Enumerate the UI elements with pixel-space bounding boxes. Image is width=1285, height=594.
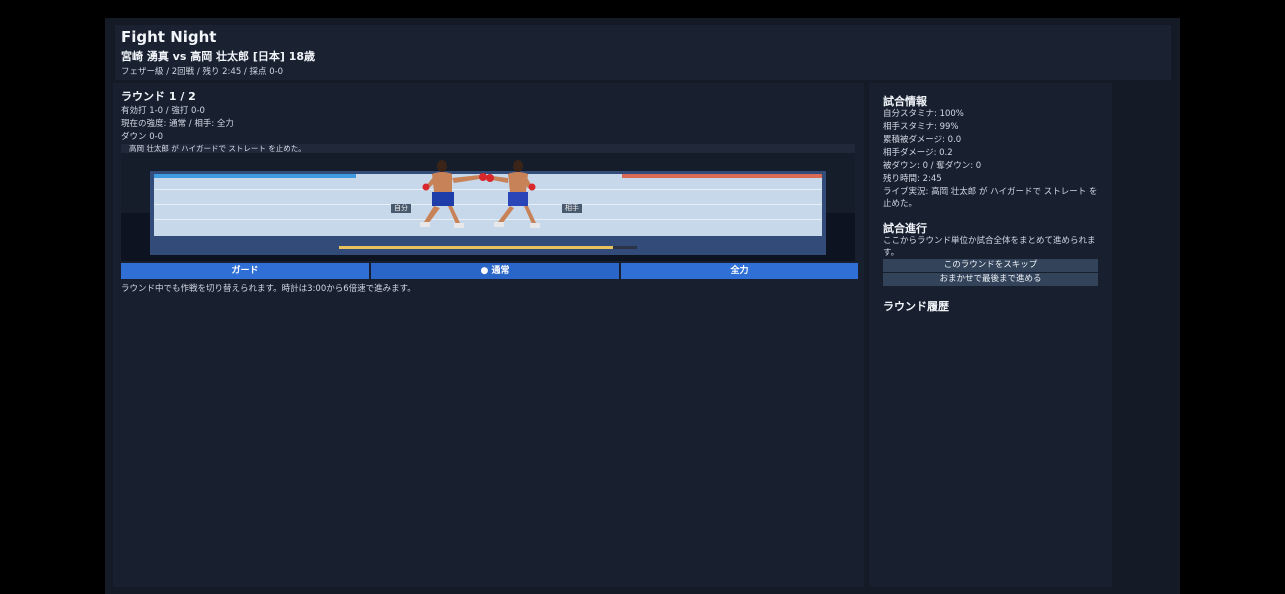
normal-button[interactable]: ● 通常: [371, 263, 619, 279]
round-progress-fill: [339, 246, 614, 249]
self-health-bar: [154, 174, 356, 178]
tactic-hint: ラウンド中でも作戦を切り替えられます。時計は3:00から6倍速で進みます。: [121, 284, 416, 294]
full-power-button[interactable]: 全力: [621, 263, 858, 279]
tactic-selector: ガード ● 通常 全力: [121, 263, 858, 279]
downs-info: 被ダウン: 0 / 奪ダウン: 0: [883, 161, 982, 171]
ring-canvas: 自分 相手: [154, 160, 822, 236]
hits-stat: 有効打 1-0 / 強打 0-0: [121, 106, 205, 116]
guard-button[interactable]: ガード: [121, 263, 369, 279]
app-window: Fight Night 宮崎 湧真 vs 高岡 壮太郎 [日本] 18歳 フェザ…: [105, 18, 1180, 594]
time-left: 残り時間: 2:45: [883, 174, 942, 184]
intensity-stat: 現在の強度: 通常 / 相手: 全力: [121, 119, 234, 129]
arena-log: 高岡 壮太郎 が ハイガードで ストレート を止めた。: [121, 144, 855, 153]
live-commentary: ライブ実況: 高岡 壮太郎 が ハイガードで ストレート を止めた。: [883, 187, 1098, 209]
matchup-label: 宮崎 湧真 vs 高岡 壮太郎 [日本] 18歳: [121, 50, 316, 63]
round-progress-track: [339, 246, 637, 249]
auto-finish-button[interactable]: おまかせで最後まで進める: [883, 273, 1098, 286]
damage-dealt: 相手ダメージ: 0.2: [883, 148, 953, 158]
progress-desc: ここからラウンド単位か試合全体をまとめて進められます。: [883, 236, 1096, 258]
side-panel: 試合情報 自分スタミナ: 100% 相手スタミナ: 99% 累積被ダメージ: 0…: [869, 83, 1112, 587]
opponent-boxer: [486, 160, 540, 228]
round-title: ラウンド 1 / 2: [121, 90, 196, 103]
match-meta: フェザー級 / 2回戦 / 残り 2:45 / 採点 0-0: [121, 67, 284, 77]
round-history-title: ラウンド履歴: [883, 300, 949, 313]
opponent-health-bar: [622, 174, 822, 178]
opponent-stamina: 相手スタミナ: 99%: [883, 122, 959, 132]
round-panel: ラウンド 1 / 2 有効打 1-0 / 強打 0-0 現在の強度: 通常 / …: [113, 83, 864, 587]
boxing-ring: 自分 相手: [150, 160, 826, 255]
downs-stat: ダウン 0-0: [121, 132, 164, 142]
match-header: Fight Night 宮崎 湧真 vs 高岡 壮太郎 [日本] 18歳 フェザ…: [115, 25, 1171, 80]
damage-taken: 累積被ダメージ: 0.0: [883, 135, 962, 145]
progress-title: 試合進行: [883, 222, 927, 235]
page-title: Fight Night: [121, 28, 217, 46]
fight-arena: 高岡 壮太郎 が ハイガードで ストレート を止めた。 自分 相手: [121, 144, 855, 261]
skip-round-button[interactable]: このラウンドをスキップ: [883, 259, 1098, 272]
self-boxer: [420, 160, 487, 228]
boxers-sprite: [420, 160, 540, 228]
self-stamina: 自分スタミナ: 100%: [883, 109, 964, 119]
match-info-title: 試合情報: [883, 95, 927, 108]
